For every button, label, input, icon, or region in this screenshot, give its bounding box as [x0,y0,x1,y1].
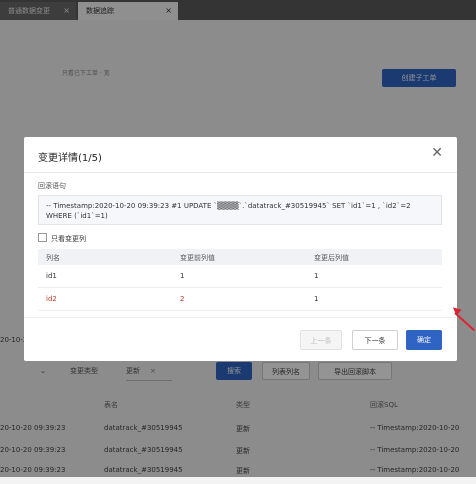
rollback-statement-label: 回滚语句 [38,182,66,190]
cell-before-value: 2 [180,295,185,303]
table-row: id2 2 1 [38,288,442,311]
cell-before-value: 1 [180,272,185,280]
column-header-before: 变更前列值 [180,254,215,262]
divider [24,317,457,318]
checkbox-icon[interactable] [38,233,47,242]
cell-after-value: 1 [314,295,319,303]
column-header-after: 变更后列值 [314,254,349,262]
rollback-sql: -- Timestamp:2020-10-20 09:39:23 #1 UPDA… [38,195,442,225]
next-button[interactable]: 下一条 [352,330,398,350]
change-detail-modal: 变更详情(1/5) ✕ 回滚语句 -- Timestamp:2020-10-20… [24,137,457,361]
table-row: id1 1 1 [38,265,442,288]
change-table: 列名 变更前列值 变更后列值 id1 1 1 id2 2 1 [38,249,442,311]
cell-column-name: id1 [46,272,57,280]
modal-title: 变更详情(1/5) [38,153,102,164]
close-icon[interactable]: ✕ [431,146,443,160]
table-header: 列名 变更前列值 变更后列值 [38,249,442,265]
cell-column-name: id2 [46,295,57,303]
previous-button[interactable]: 上一条 [300,330,342,350]
only-changed-checkbox[interactable]: 只看变更列 [38,233,86,244]
divider [24,172,457,173]
cell-after-value: 1 [314,272,319,280]
column-header-name: 列名 [46,254,60,262]
confirm-button[interactable]: 确定 [406,330,442,350]
only-changed-label: 只看变更列 [51,235,86,243]
